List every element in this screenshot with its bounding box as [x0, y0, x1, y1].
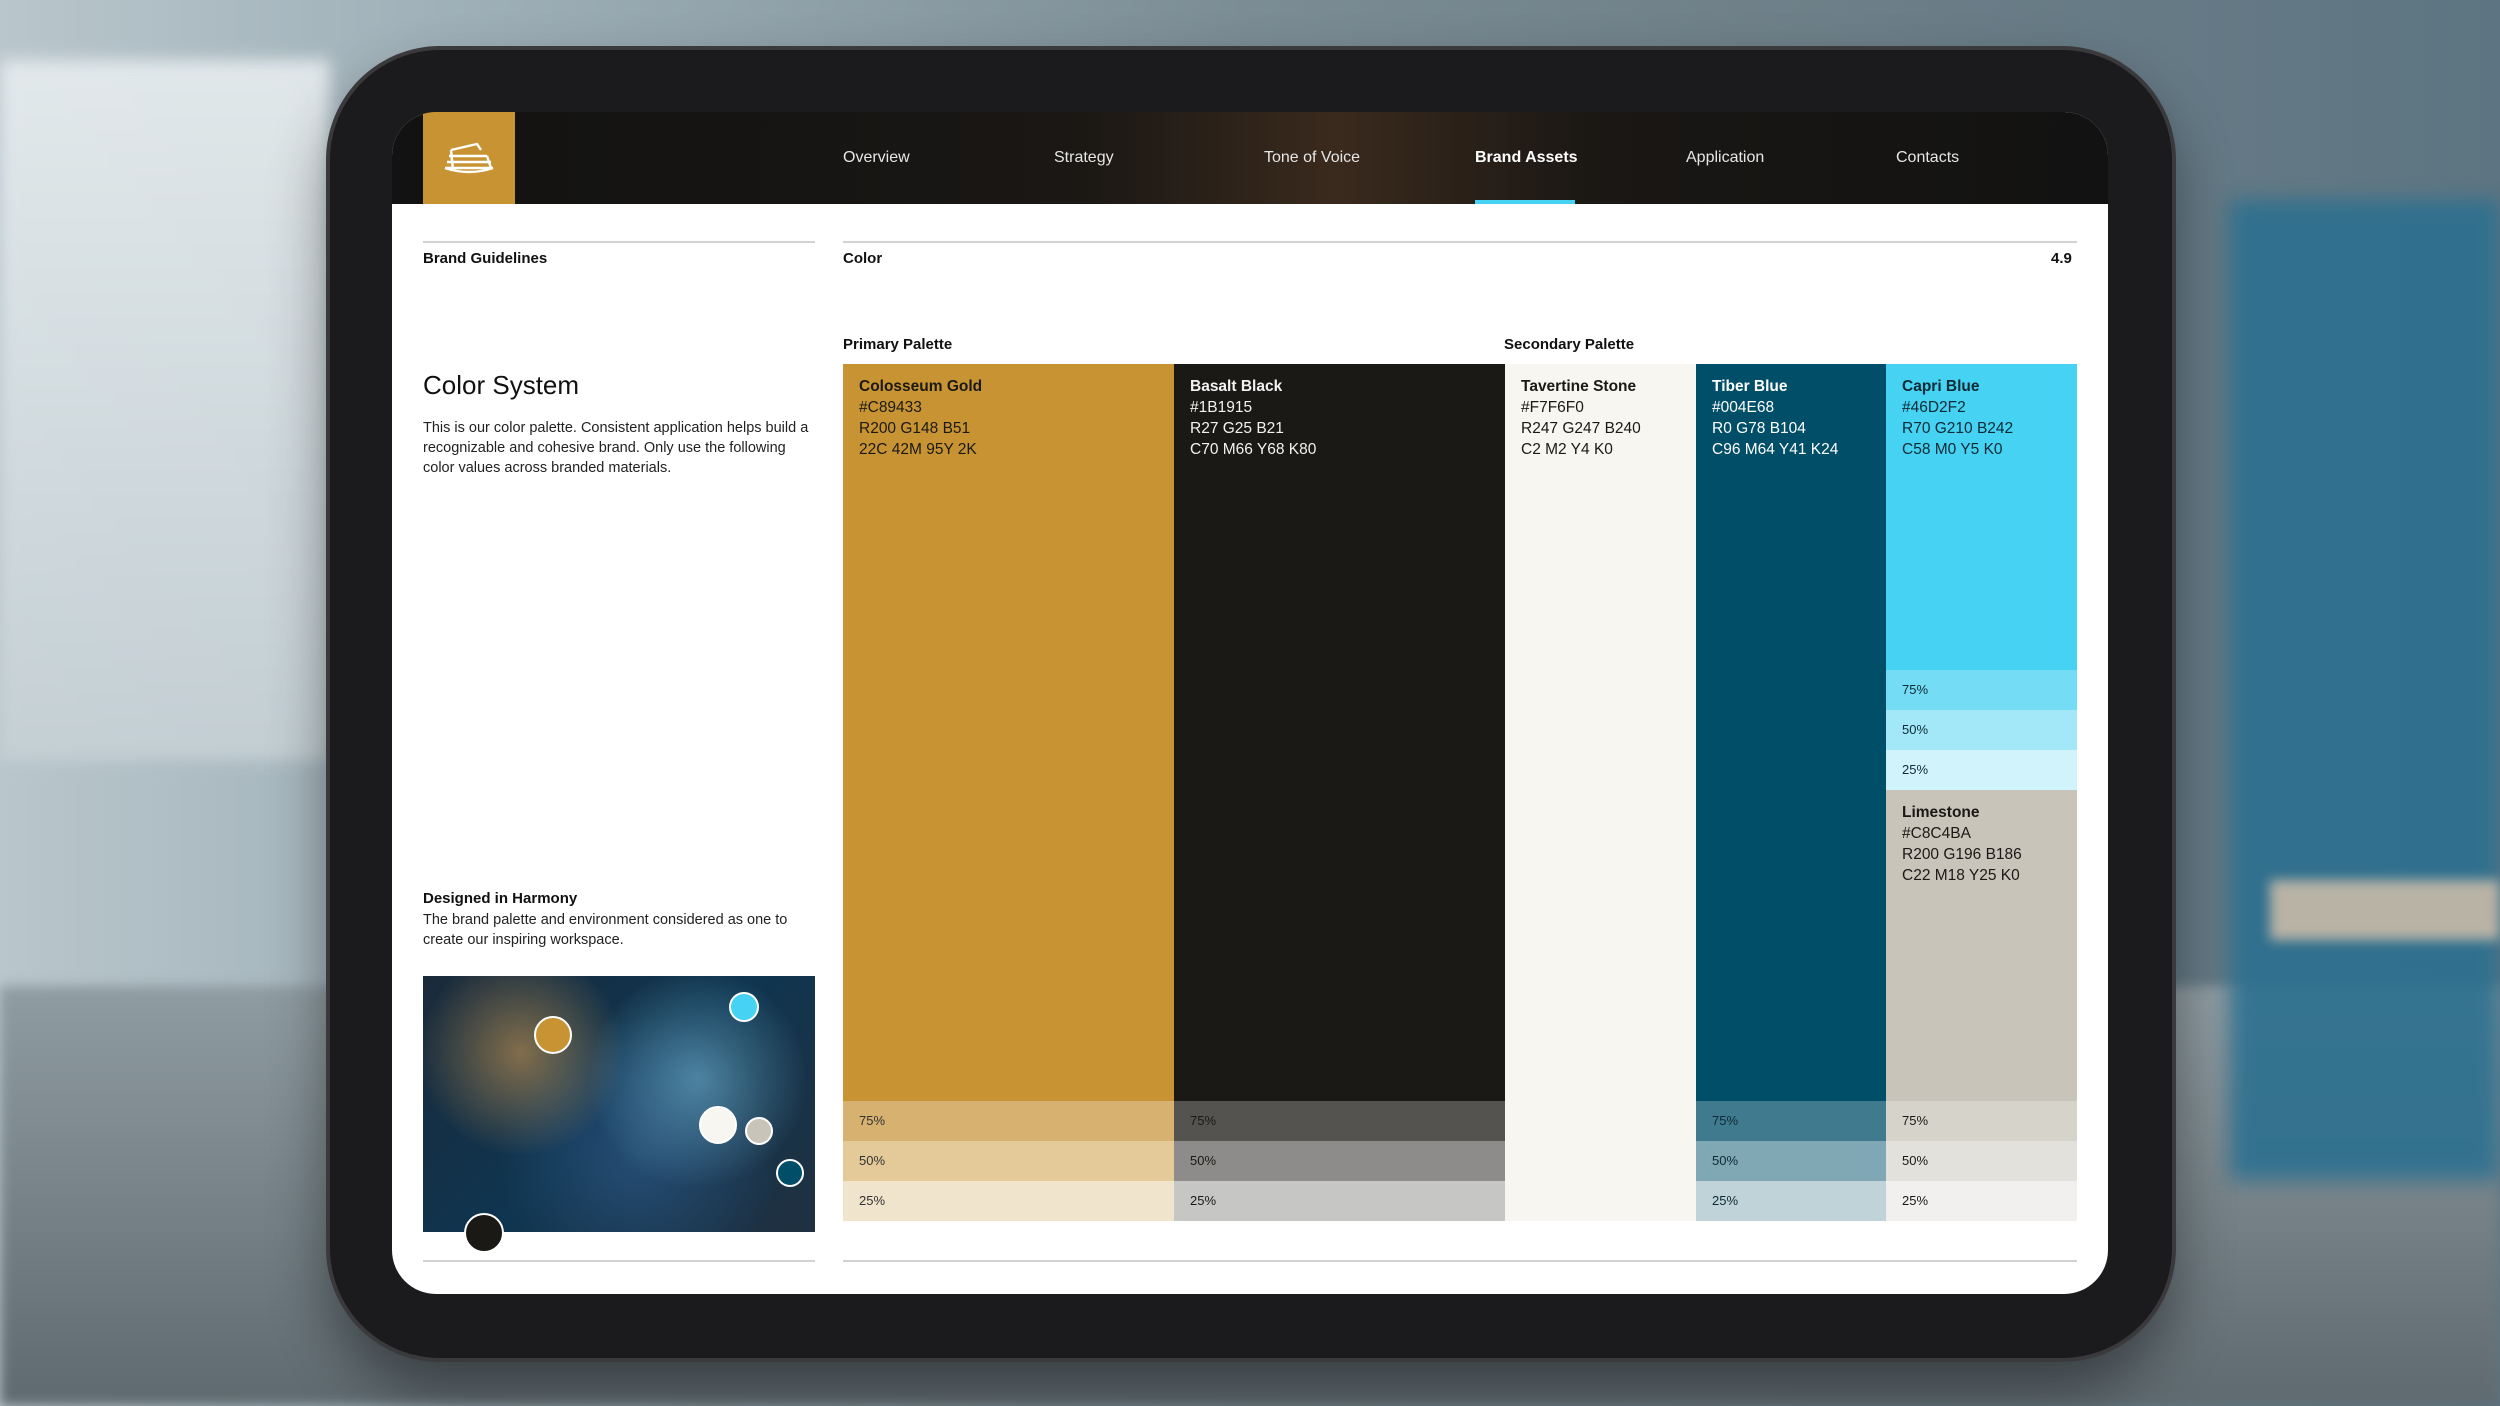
- main-bottom-rule: [843, 1260, 2077, 1262]
- top-nav: Overview Strategy Tone of Voice Brand As…: [392, 112, 2108, 204]
- nav-overview[interactable]: Overview: [843, 112, 910, 204]
- swatch-rgb: R27 G25 B21: [1190, 420, 1284, 437]
- swatch-hex: #46D2F2: [1902, 399, 1966, 416]
- color-dot-capri: [729, 992, 759, 1022]
- swatch-colosseum-gold: Colosseum Gold #C89433 R200 G148 B51 22C…: [843, 364, 1174, 1101]
- primary-palette-label: Primary Palette: [843, 336, 953, 353]
- nav-application[interactable]: Application: [1686, 112, 1764, 204]
- swatch-limestone: Limestone #C8C4BA R200 G196 B186 C22 M18…: [1886, 790, 2077, 1101]
- harmony-title: Designed in Harmony: [423, 890, 578, 907]
- swatch-cmyk: C2 M2 Y4 K0: [1521, 441, 1613, 458]
- swatch-rgb: R0 G78 B104: [1712, 420, 1806, 437]
- color-dot-limestone: [745, 1117, 773, 1145]
- swatch-hex: #1B1915: [1190, 399, 1253, 416]
- swatch-cmyk: C70 M66 Y68 K80: [1190, 441, 1317, 458]
- color-dot-stone: [699, 1106, 737, 1144]
- tint-black-50: 50%: [1174, 1141, 1505, 1181]
- tint-gold-25: 25%: [843, 1181, 1174, 1221]
- swatch-name: Basalt Black: [1190, 378, 1283, 395]
- tint-limestone-25: 25%: [1886, 1181, 2077, 1221]
- swatch-name: Tiber Blue: [1712, 378, 1788, 395]
- intro-text: This is our color palette. Consistent ap…: [423, 420, 809, 476]
- section-label-brand-guidelines: Brand Guidelines: [423, 250, 548, 267]
- main-top-rule: [843, 241, 2077, 243]
- tint-black-75: 75%: [1174, 1101, 1505, 1141]
- section-label-color: Color: [843, 250, 883, 267]
- tint-tiber-50: 50%: [1696, 1141, 1886, 1181]
- swatch-name: Capri Blue: [1902, 378, 1980, 395]
- swatch-cmyk: C58 M0 Y5 K0: [1902, 441, 2003, 458]
- nav-contacts[interactable]: Contacts: [1896, 112, 1959, 204]
- color-dot-black: [464, 1213, 504, 1253]
- color-dot-tiber: [776, 1159, 804, 1187]
- swatch-rgb: R200 G196 B186: [1902, 846, 2022, 863]
- page-number: 4.9: [2051, 250, 2072, 267]
- sidebar-bottom-rule: [423, 1260, 815, 1262]
- page-title: Color System: [423, 370, 580, 400]
- swatch-rgb: R247 G247 B240: [1521, 420, 1641, 437]
- tint-gold-75: 75%: [843, 1101, 1174, 1141]
- swatch-basalt-black: Basalt Black #1B1915 R27 G25 B21 C70 M66…: [1174, 364, 1505, 1101]
- nav-active-indicator: [1475, 200, 1575, 204]
- nav-brand-assets[interactable]: Brand Assets: [1475, 112, 1578, 204]
- swatch-tavertine-stone: Tavertine Stone #F7F6F0 R247 G247 B240 C…: [1505, 364, 1696, 1221]
- tint-tiber-25: 25%: [1696, 1181, 1886, 1221]
- tint-capri-75: 75%: [1886, 670, 2077, 710]
- secondary-palette-label: Secondary Palette: [1504, 336, 1635, 353]
- tint-capri-50: 50%: [1886, 710, 2077, 750]
- harmony-text: The brand palette and environment consid…: [423, 912, 788, 948]
- swatch-cmyk: C96 M64 Y41 K24: [1712, 441, 1839, 458]
- swatch-hex: #F7F6F0: [1521, 399, 1584, 416]
- logo-icon: [444, 142, 494, 174]
- swatch-name: Colosseum Gold: [859, 378, 983, 395]
- tint-gold-50: 50%: [843, 1141, 1174, 1181]
- swatch-cmyk: C22 M18 Y25 K0: [1902, 867, 2020, 884]
- swatch-rgb: R200 G148 B51: [859, 420, 971, 437]
- swatch-hex: #C8C4BA: [1902, 825, 1971, 842]
- swatch-name: Limestone: [1902, 804, 1980, 821]
- swatch-rgb: R70 G210 B242: [1902, 420, 2014, 437]
- swatch-name: Tavertine Stone: [1521, 378, 1637, 395]
- swatch-tiber-blue: Tiber Blue #004E68 R0 G78 B104 C96 M64 Y…: [1696, 364, 1886, 1101]
- tint-limestone-50: 50%: [1886, 1141, 2077, 1181]
- swatch-cmyk: 22C 42M 95Y 2K: [859, 441, 977, 458]
- nav-strategy[interactable]: Strategy: [1054, 112, 1114, 204]
- nav-tone-of-voice[interactable]: Tone of Voice: [1264, 112, 1360, 204]
- tint-limestone-75: 75%: [1886, 1101, 2077, 1141]
- swatch-hex: #C89433: [859, 399, 922, 416]
- tint-black-25: 25%: [1174, 1181, 1505, 1221]
- brand-logo[interactable]: [423, 112, 515, 204]
- color-dot-gold: [534, 1016, 572, 1054]
- tint-tiber-75: 75%: [1696, 1101, 1886, 1141]
- swatch-hex: #004E68: [1712, 399, 1775, 416]
- tint-capri-25: 25%: [1886, 750, 2077, 790]
- swatch-capri-blue: Capri Blue #46D2F2 R70 G210 B242 C58 M0 …: [1886, 364, 2077, 670]
- sidebar-top-rule: [423, 241, 815, 243]
- screen: Overview Strategy Tone of Voice Brand As…: [392, 112, 2108, 1294]
